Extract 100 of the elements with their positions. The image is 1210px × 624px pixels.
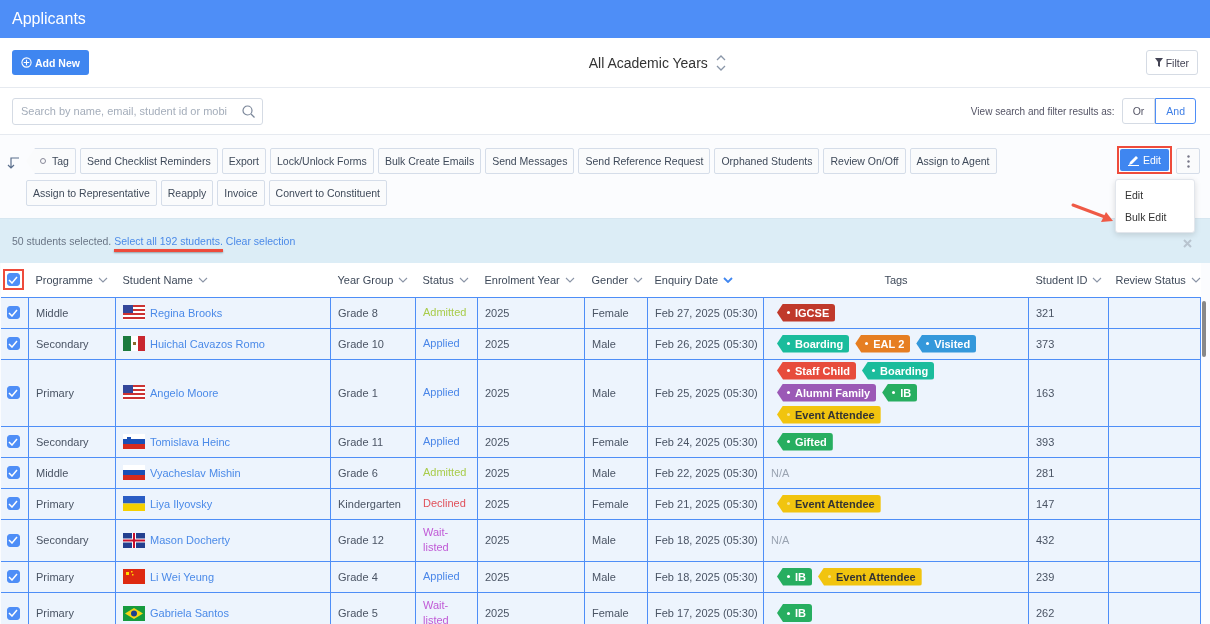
gender-cell: Male (592, 466, 616, 479)
corner-arrow-icon (6, 156, 20, 170)
tag-label: Alumni Family (777, 383, 877, 402)
action-button[interactable]: Lock/Unlock Forms (270, 148, 374, 174)
gender-cell: Female (592, 607, 629, 619)
row-checkbox[interactable] (6, 435, 20, 448)
action-button[interactable]: Assign to Agent (909, 148, 997, 174)
column-header[interactable]: Review Status (1115, 273, 1201, 286)
tag-label: Event Attendee (818, 567, 922, 586)
row-checkbox[interactable] (6, 570, 20, 583)
student-id-cell: 321 (1036, 306, 1055, 319)
enquiry-date-cell: Feb 18, 2025 (05:30) (655, 534, 758, 546)
programme-cell: Secondary (36, 534, 89, 546)
tag-label: EAL 2 (855, 334, 911, 353)
enrolment-year-cell: 2025 (485, 306, 510, 319)
action-button[interactable]: Send Reference Request (578, 148, 711, 174)
enrolment-year-cell: 2025 (485, 466, 510, 479)
match-mode-label: View search and filter results as: (970, 105, 1115, 117)
selection-count: 50 students selected. (12, 235, 112, 247)
tag-label: Gifted (777, 432, 833, 451)
student-id-cell: 432 (1036, 534, 1055, 546)
enquiry-date-cell: Feb 27, 2025 (05:30) (655, 306, 758, 319)
pencil-icon (1127, 154, 1139, 166)
column-header[interactable]: Status (422, 273, 469, 286)
programme-cell: Primary (36, 497, 74, 510)
action-button[interactable]: Assign to Representative (26, 180, 157, 206)
student-id-cell: 163 (1036, 386, 1055, 399)
enrolment-year-cell: 2025 (485, 607, 510, 619)
action-button[interactable]: Reapply (160, 180, 214, 206)
column-header[interactable]: Student Name (122, 273, 208, 286)
year-group-cell: Grade 10 (338, 337, 384, 350)
year-group-cell: Kindergarten (338, 497, 401, 510)
student-id-cell: 147 (1036, 497, 1055, 510)
status-text: Applied (423, 336, 460, 351)
plus-circle-icon (21, 57, 32, 68)
action-button[interactable]: Orphaned Students (714, 148, 820, 174)
gender-cell: Male (592, 386, 616, 399)
match-mode-option[interactable]: Or (1121, 98, 1156, 124)
menu-item[interactable]: Bulk Edit (1116, 206, 1194, 228)
status-text: Wait-listed (423, 598, 450, 624)
row-checkbox[interactable] (6, 497, 20, 510)
tag-label: IGCSE (777, 303, 836, 322)
row-checkbox[interactable] (6, 533, 20, 547)
year-group-cell: Grade 4 (338, 570, 378, 583)
action-button[interactable]: Export (221, 148, 266, 174)
column-header: Tags (884, 273, 908, 286)
row-checkbox[interactable] (6, 306, 20, 319)
row-checkbox[interactable] (6, 337, 20, 350)
enrolment-year-cell: 2025 (485, 534, 510, 546)
year-group-cell: Grade 6 (338, 466, 378, 479)
enrolment-year-cell: 2025 (485, 497, 510, 510)
year-group-cell: Grade 8 (338, 306, 378, 319)
gender-cell: Male (592, 570, 616, 583)
status-text: Applied (423, 385, 460, 400)
row-checkbox[interactable] (6, 466, 20, 479)
column-header[interactable]: Enrolment Year (484, 273, 575, 286)
year-group-cell: Grade 5 (338, 607, 378, 619)
student-id-cell: 239 (1036, 570, 1055, 583)
action-button[interactable]: Bulk Create Emails (377, 148, 482, 174)
status-text: Admitted (423, 305, 467, 320)
column-header[interactable]: Gender (591, 273, 644, 286)
match-mode-option[interactable]: And (1155, 98, 1196, 124)
action-button[interactable]: Send Checklist Reminders (79, 148, 218, 174)
column-header[interactable]: Year Group (337, 273, 409, 286)
tag-label: Event Attendee (777, 494, 881, 513)
programme-cell: Secondary (36, 435, 89, 448)
action-button[interactable]: Send Messages (485, 148, 575, 174)
programme-cell: Secondary (36, 337, 89, 350)
enquiry-date-cell: Feb 25, 2025 (05:30) (655, 386, 758, 399)
add-new-button[interactable]: Add New (12, 50, 89, 75)
enquiry-date-cell: Feb 21, 2025 (05:30) (655, 497, 758, 510)
student-id-cell: 393 (1036, 435, 1055, 448)
page-title: Applicants (12, 10, 86, 28)
column-header[interactable]: Programme (35, 273, 108, 286)
year-selector[interactable]: All Academic Years (582, 52, 732, 73)
empty-tags-text: N/A (771, 534, 790, 546)
column-header[interactable]: Student ID (1035, 273, 1103, 286)
scrollbar[interactable] (1202, 301, 1206, 357)
action-button[interactable]: Review On/Off (823, 148, 906, 174)
tag-label: IB (882, 383, 918, 402)
enquiry-date-cell: Feb 17, 2025 (05:30) (655, 607, 758, 619)
edit-button[interactable]: Edit (1119, 149, 1169, 171)
tag-label: Boarding (777, 334, 850, 353)
gender-cell: Female (592, 497, 629, 510)
column-header[interactable]: Enquiry Date (654, 273, 734, 286)
menu-item[interactable]: Edit (1116, 184, 1194, 206)
tag-label: Visited (916, 334, 977, 353)
action-button[interactable]: Invoice (217, 180, 265, 206)
gender-cell: Female (592, 306, 629, 319)
row-checkbox[interactable] (6, 606, 20, 620)
action-button[interactable]: Convert to Constituent (268, 180, 388, 206)
more-options-button[interactable] (1176, 148, 1200, 174)
gender-cell: Female (592, 435, 629, 448)
status-text: Wait-listed (423, 525, 450, 555)
year-group-cell: Grade 11 (338, 435, 384, 448)
student-id-cell: 373 (1036, 337, 1055, 350)
programme-cell: Middle (36, 466, 69, 479)
search-field[interactable]: Search by name, email, student id or mobi (12, 97, 263, 125)
filter-button[interactable]: Filter (1145, 50, 1198, 75)
row-checkbox[interactable] (6, 386, 20, 399)
